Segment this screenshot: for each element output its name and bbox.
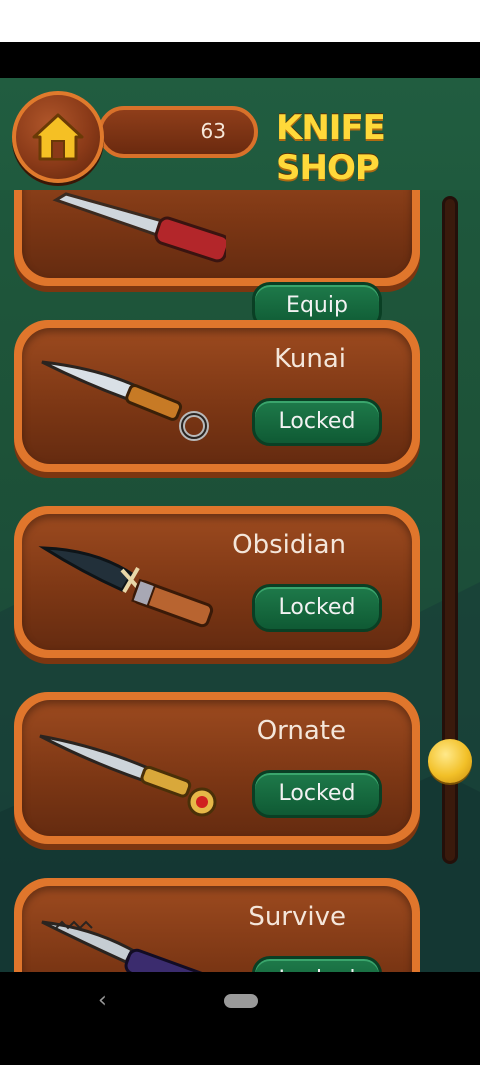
coin-counter: 63 [98,106,258,158]
home-pill-icon[interactable] [224,994,258,1008]
knife-card-survive[interactable]: Survive Locked [14,878,420,972]
shop-header: 63 KNIFE SHOP [0,78,480,190]
scrollbar-thumb[interactable] [428,738,472,783]
coin-value: 63 [200,119,226,143]
page-title: KNIFE SHOP [276,108,386,188]
home-icon [32,113,84,161]
game-screen: Equip Kunai Locked Obsidian Locked Ornat… [0,78,480,972]
locked-button[interactable]: Locked [252,770,382,818]
navigation-bar: ‹ [0,972,480,1065]
knife-card-kunai[interactable]: Kunai Locked [14,320,420,472]
locked-button[interactable]: Locked [252,398,382,446]
status-bar [0,0,480,42]
knife-card-obsidian[interactable]: Obsidian Locked [14,506,420,658]
knife-card-ornate[interactable]: Ornate Locked [14,692,420,844]
locked-button[interactable]: Locked [252,584,382,632]
knife-list[interactable]: Equip Kunai Locked Obsidian Locked Ornat… [0,78,440,972]
home-button[interactable] [12,91,104,183]
obsidian-knife-image [38,546,214,628]
locked-button[interactable]: Locked [252,956,382,972]
survive-knife-image [41,920,216,972]
back-icon[interactable]: ‹ [98,988,107,1013]
kunai-knife-image [41,360,209,441]
ornate-knife-image [39,734,217,817]
